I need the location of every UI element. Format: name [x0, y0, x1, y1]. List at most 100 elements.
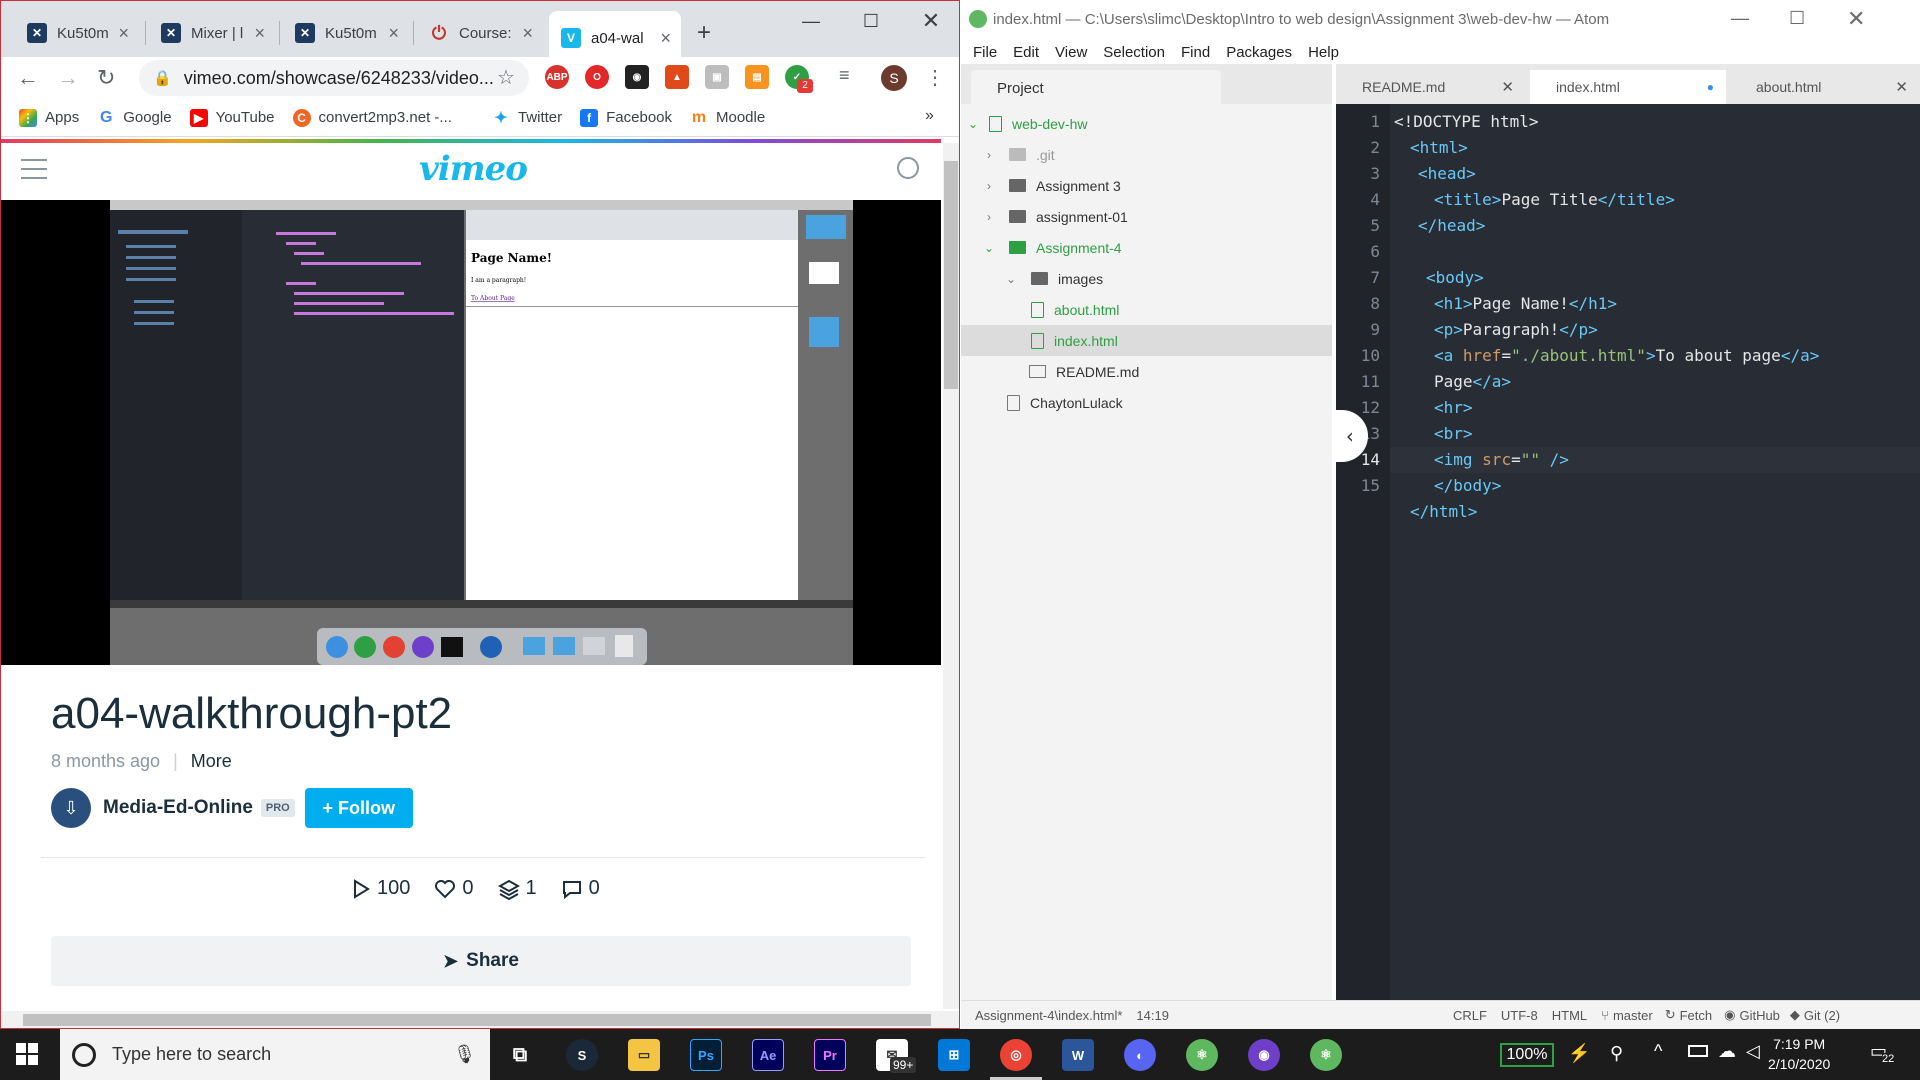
status-file-path[interactable]: Assignment-4\index.html* [975, 1008, 1122, 1023]
channel-name[interactable]: Media-Ed-Online [103, 797, 253, 819]
honey-icon[interactable]: ▤ [745, 65, 769, 89]
code-editor[interactable]: 1 2 3 4 5 6 7 8 9 10 11 12 13 14 15 <!DO… [1332, 104, 1920, 1000]
menu-packages[interactable]: Packages [1226, 44, 1292, 61]
search-icon[interactable] [897, 157, 919, 179]
menu-edit[interactable]: Edit [1013, 44, 1039, 61]
bookmark-convert2mp3[interactable]: Cconvert2mp3.net -... [292, 108, 452, 127]
modified-dot-icon[interactable]: ● [1707, 80, 1714, 94]
status-line-ending[interactable]: CRLF [1453, 1008, 1487, 1023]
status-encoding[interactable]: UTF-8 [1501, 1008, 1538, 1023]
tree-item-git[interactable]: › .git [961, 139, 1332, 170]
menu-view[interactable]: View [1055, 44, 1087, 61]
status-grammar[interactable]: HTML [1552, 1008, 1587, 1023]
maximize-button[interactable]: ☐ [841, 1, 901, 41]
bookmark-youtube[interactable]: ▶ YouTube [189, 108, 275, 127]
status-github[interactable]: GitHub [1739, 1008, 1779, 1023]
menu-find[interactable]: Find [1181, 44, 1210, 61]
network-icon[interactable]: ☁ [1718, 1041, 1736, 1062]
more-link[interactable]: More [191, 751, 232, 771]
chrome-taskbar-icon[interactable]: ◎ [1000, 1039, 1032, 1071]
horizontal-scroll-thumb[interactable] [23, 1014, 931, 1026]
tree-item-about-html[interactable]: about.html [961, 294, 1332, 325]
video-player[interactable]: Page Name! I am a paragraph! To About Pa… [1, 200, 941, 665]
reload-icon[interactable]: ↻ [97, 65, 115, 91]
extension-red-icon[interactable]: ▲ [665, 65, 689, 89]
bookmark-facebook[interactable]: f Facebook [580, 108, 672, 127]
status-fetch[interactable]: Fetch [1680, 1008, 1713, 1023]
tab-1[interactable]: ✕ Ku5t0m × [15, 13, 139, 53]
tree-item-chaytonlulack[interactable]: ChaytonLulack [961, 387, 1332, 418]
status-branch[interactable]: master [1613, 1008, 1653, 1023]
channel-avatar[interactable]: ⇩ [51, 788, 91, 828]
bookmark-star-icon[interactable]: ☆ [497, 65, 515, 90]
close-window-button[interactable]: ✕ [901, 1, 959, 41]
likes-stat[interactable]: 0 [434, 877, 474, 900]
battery-percent[interactable]: 100% [1500, 1043, 1554, 1067]
volume-icon[interactable]: ◁ [1746, 1041, 1760, 1062]
editor-tab-readme[interactable]: README.md ✕ [1336, 70, 1526, 104]
close-icon[interactable]: × [522, 23, 533, 44]
editor-tab-about[interactable]: about.html ✕ [1730, 70, 1920, 104]
menu-file[interactable]: File [973, 44, 997, 61]
extension-mask-icon[interactable]: ◉ [625, 65, 649, 89]
tree-root[interactable]: ⌄ web-dev-hw [961, 108, 1332, 139]
tree-item-assignment-4[interactable]: ⌄ Assignment-4 [961, 232, 1332, 263]
status-git[interactable]: Git (2) [1804, 1008, 1840, 1023]
premiere-icon[interactable]: Pr [814, 1039, 846, 1071]
close-icon[interactable]: × [118, 23, 129, 44]
comments-stat[interactable]: 0 [561, 877, 600, 900]
close-window-button[interactable]: ✕ [1847, 6, 1865, 32]
vimeo-logo[interactable]: vimeo [419, 149, 528, 189]
windows-start-icon[interactable] [16, 1043, 38, 1065]
file-explorer-icon[interactable]: ▭ [628, 1039, 660, 1071]
chevron-up-icon[interactable]: ^ [1654, 1041, 1662, 1062]
profile-avatar[interactable]: S [881, 65, 907, 91]
status-cursor-position[interactable]: 14:19 [1136, 1008, 1169, 1023]
adblock-plus-icon[interactable]: ABP [545, 65, 569, 89]
bookmark-google[interactable]: G Google [97, 109, 172, 127]
more-menu-icon[interactable]: ⋮ [925, 65, 945, 90]
close-icon[interactable]: × [388, 23, 399, 44]
bookmark-apps[interactable]: ⋮ Apps [19, 108, 79, 127]
back-arrow-icon[interactable]: ← [17, 65, 39, 91]
people-icon[interactable]: ⚲ [1610, 1043, 1623, 1064]
store-icon[interactable]: ⊞ [938, 1039, 970, 1071]
tab-4[interactable]: ⏻ Course: × [417, 13, 543, 53]
vertical-scroll-thumb[interactable] [944, 161, 958, 389]
bookmark-twitter[interactable]: ✦ Twitter [492, 109, 562, 127]
tab-3[interactable]: ✕ Ku5t0m × [283, 13, 409, 53]
after-effects-icon[interactable]: Ae [752, 1039, 784, 1071]
maximize-button[interactable]: ☐ [1789, 8, 1805, 29]
menu-help[interactable]: Help [1308, 44, 1339, 61]
microphone-icon[interactable]: 🎙 [453, 1044, 476, 1065]
forward-arrow-icon[interactable]: → [57, 65, 79, 91]
project-tab[interactable]: Project [971, 70, 1221, 104]
taskbar-search[interactable]: Type here to search 🎙 [60, 1029, 490, 1080]
minimize-button[interactable]: — [1731, 8, 1749, 29]
close-icon[interactable]: × [660, 28, 671, 49]
share-button[interactable]: ➤ Share [51, 936, 911, 986]
bookmark-moodle[interactable]: m Moodle [690, 109, 765, 127]
atom-taskbar-icon[interactable]: ⚛ [1186, 1039, 1218, 1071]
atom-taskbar-icon-2[interactable]: ⚛ [1310, 1039, 1342, 1071]
opera-vpn-icon[interactable]: O [585, 65, 609, 89]
address-bar[interactable]: 🔒 vimeo.com/showcase/6248233/video... [139, 60, 529, 96]
new-tab-button[interactable]: + [697, 19, 711, 47]
system-clock[interactable]: 7:19 PM 2/10/2020 [1768, 1034, 1830, 1074]
minimize-button[interactable]: — [781, 1, 841, 41]
tree-item-index-html[interactable]: index.html [961, 325, 1332, 356]
tree-item-assignment-01[interactable]: › assignment-01 [961, 201, 1332, 232]
menu-selection[interactable]: Selection [1103, 44, 1165, 61]
tree-item-assignment-3[interactable]: › Assignment 3 [961, 170, 1332, 201]
steam-icon[interactable]: S [566, 1039, 598, 1071]
tree-item-readme[interactable]: README.md [961, 356, 1332, 387]
hamburger-menu-icon[interactable] [21, 159, 47, 179]
more-bookmarks-button[interactable]: » [925, 107, 934, 125]
tab-2[interactable]: ✕ Mixer | l × [149, 13, 275, 53]
collections-stat[interactable]: 1 [497, 877, 537, 900]
photoshop-icon[interactable]: Ps [690, 1039, 722, 1071]
tree-item-images[interactable]: ⌄ images [961, 263, 1332, 294]
battery-icon[interactable] [1688, 1045, 1708, 1057]
close-icon[interactable]: ✕ [1501, 78, 1514, 96]
close-icon[interactable]: × [254, 23, 265, 44]
